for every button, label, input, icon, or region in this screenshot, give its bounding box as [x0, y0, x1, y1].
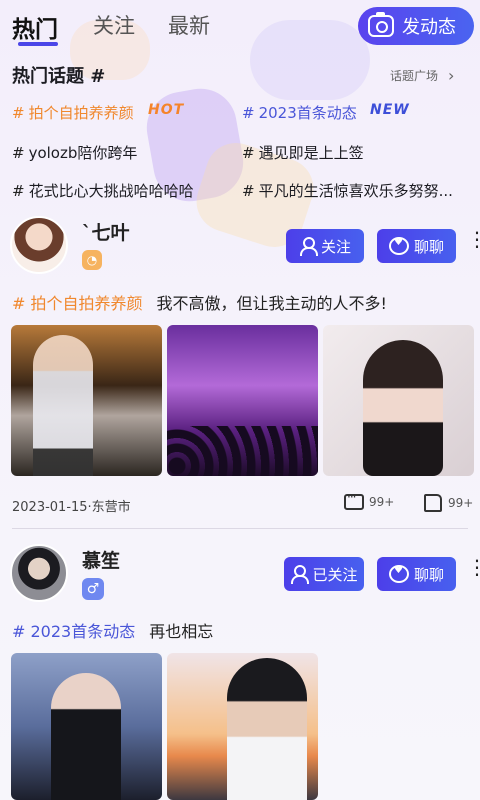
topic-square-label: 话题广场	[390, 69, 439, 83]
thumbs-up-icon	[424, 494, 442, 512]
male-gender-icon: ♂	[82, 578, 104, 600]
tab-latest[interactable]: 最新	[168, 10, 210, 40]
topic-item[interactable]: # 平凡的生活惊喜欢乐多努努...	[242, 180, 474, 201]
post-photo[interactable]	[11, 653, 162, 800]
username[interactable]: `七叶	[82, 218, 130, 245]
follow-label: 关注	[320, 237, 351, 256]
topic-item[interactable]: #2023首条动态	[242, 102, 362, 123]
post-topic-tag[interactable]: # 2023首条动态	[12, 622, 135, 641]
followed-button[interactable]: 已关注	[284, 557, 364, 591]
user-check-icon	[290, 565, 310, 584]
topic-item[interactable]: # 遇见即是上上签	[242, 142, 472, 163]
user-add-icon	[299, 237, 318, 256]
chat-heart-icon	[388, 237, 409, 255]
hot-topics-title: 热门话题 #	[12, 66, 106, 87]
chat-label: 聊聊	[413, 237, 444, 256]
female-gender-icon: ◔	[82, 250, 102, 270]
comment-count[interactable]: 99+	[344, 490, 394, 510]
topic-item[interactable]: # 拍个自拍养养颜	[12, 102, 152, 123]
chat-heart-icon	[388, 565, 409, 583]
chevron-right-icon: ›	[448, 66, 455, 85]
more-options-icon[interactable]: ⋮	[467, 229, 480, 249]
follow-button[interactable]: 关注	[286, 229, 364, 263]
post-text: 我不高傲，但让我主动的人不多!	[156, 294, 387, 313]
tab-active-indicator	[18, 42, 58, 46]
top-bar: 热门 关注 最新 发动态	[0, 0, 480, 52]
post-photo[interactable]	[167, 653, 318, 800]
avatar[interactable]	[10, 544, 68, 602]
topic-item[interactable]: # 花式比心大挑战哈哈哈哈	[12, 180, 237, 201]
comment-icon	[344, 490, 364, 510]
post-content: # 拍个自拍养养颜 我不高傲，但让我主动的人不多!	[12, 290, 387, 314]
post-photo[interactable]	[11, 325, 162, 476]
username[interactable]: 慕笙	[82, 546, 120, 573]
chat-button[interactable]: 聊聊	[377, 229, 456, 263]
topic-square-link[interactable]: 话题广场 ›	[390, 66, 454, 85]
more-options-icon[interactable]: ⋮	[467, 557, 480, 577]
post-date-location: 2023-01-15·东营市	[12, 500, 131, 515]
tab-hot[interactable]: 热门	[12, 10, 58, 44]
post-content: # 2023首条动态 再也相忘	[12, 618, 213, 642]
chat-label: 聊聊	[413, 565, 444, 584]
post-update-button[interactable]: 发动态	[358, 7, 474, 45]
camera-icon	[368, 12, 394, 37]
post-divider	[12, 528, 468, 529]
post-update-label: 发动态	[402, 17, 456, 38]
post-photo[interactable]	[323, 325, 474, 476]
post-topic-tag[interactable]: # 拍个自拍养养颜	[12, 294, 143, 313]
topic-item[interactable]: # yolozb陪你跨年	[12, 142, 232, 163]
post-photo[interactable]	[167, 325, 318, 476]
new-badge: NEW	[370, 102, 410, 118]
follow-label: 已关注	[312, 565, 358, 584]
avatar[interactable]	[10, 216, 68, 274]
hot-badge: HOT	[148, 102, 185, 118]
post-text: 再也相忘	[149, 622, 214, 641]
chat-button[interactable]: 聊聊	[377, 557, 456, 591]
like-count[interactable]: 99+	[424, 494, 473, 512]
tab-follow[interactable]: 关注	[93, 10, 135, 40]
